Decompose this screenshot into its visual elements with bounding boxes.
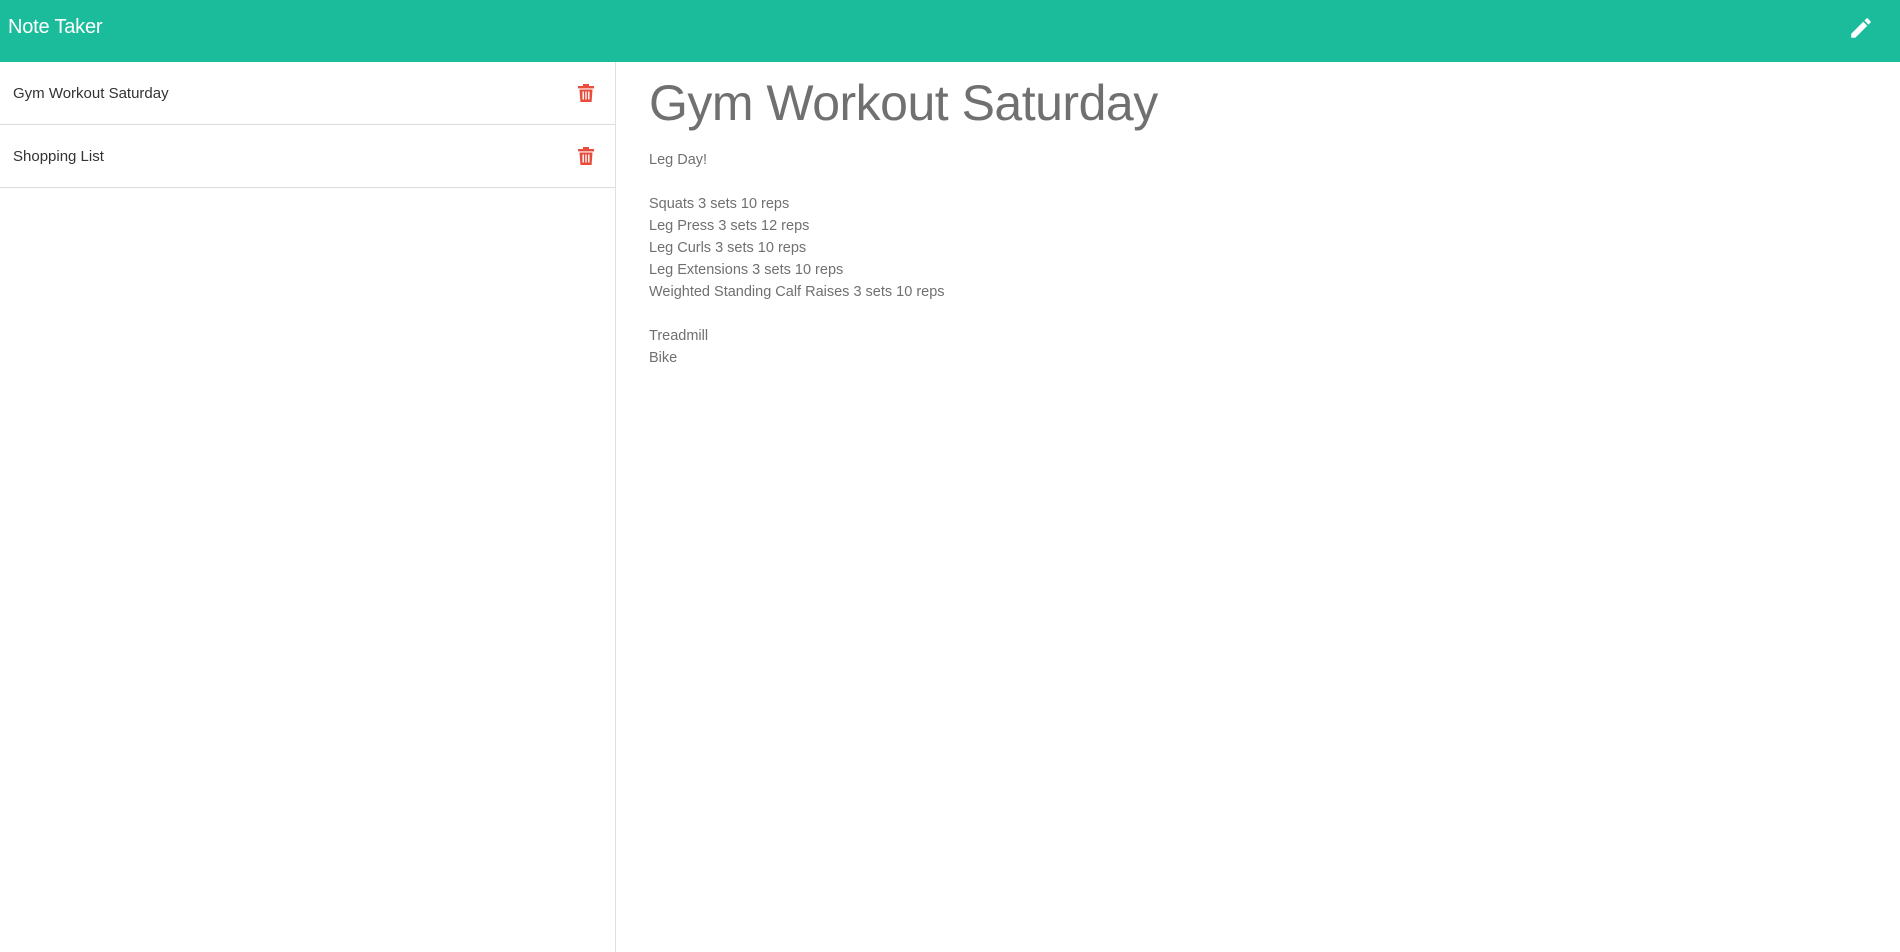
note-line: Leg Extensions 3 sets 10 reps bbox=[649, 262, 844, 278]
note-line bbox=[649, 303, 1900, 325]
note-list-title: Shopping List bbox=[13, 147, 104, 165]
delete-note-button[interactable] bbox=[575, 82, 597, 104]
list-item[interactable]: Gym Workout Saturday bbox=[0, 62, 615, 125]
note-line: Bike bbox=[649, 350, 678, 366]
app-title[interactable]: Note Taker bbox=[8, 16, 103, 39]
note-line: Treadmill bbox=[649, 328, 709, 344]
note-line bbox=[649, 171, 1900, 193]
list-item[interactable]: Shopping List bbox=[0, 125, 615, 188]
note-line: Leg Press 3 sets 12 reps bbox=[649, 218, 810, 234]
new-note-button[interactable] bbox=[1846, 13, 1876, 43]
note-title[interactable]: Gym Workout Saturday bbox=[649, 76, 1900, 131]
navbar: Note Taker bbox=[0, 0, 1900, 62]
note-text[interactable]: Leg Day! Squats 3 sets 10 reps Leg Press… bbox=[649, 149, 1900, 369]
notes-list: Gym Workout Saturday Shopping List bbox=[0, 62, 616, 952]
note-line: Weighted Standing Calf Raises 3 sets 10 … bbox=[649, 284, 945, 300]
note-line: Squats 3 sets 10 reps bbox=[649, 196, 790, 212]
note-line: Leg Curls 3 sets 10 reps bbox=[649, 240, 807, 256]
trash-icon bbox=[578, 84, 594, 102]
pencil-icon bbox=[1851, 18, 1871, 38]
note-line: Leg Day! bbox=[649, 152, 708, 168]
navbar-actions bbox=[1846, 13, 1876, 43]
delete-note-button[interactable] bbox=[575, 145, 597, 167]
trash-icon bbox=[578, 147, 594, 165]
note-editor: Gym Workout Saturday Leg Day! Squats 3 s… bbox=[617, 62, 1900, 952]
note-list-title: Gym Workout Saturday bbox=[13, 84, 169, 102]
